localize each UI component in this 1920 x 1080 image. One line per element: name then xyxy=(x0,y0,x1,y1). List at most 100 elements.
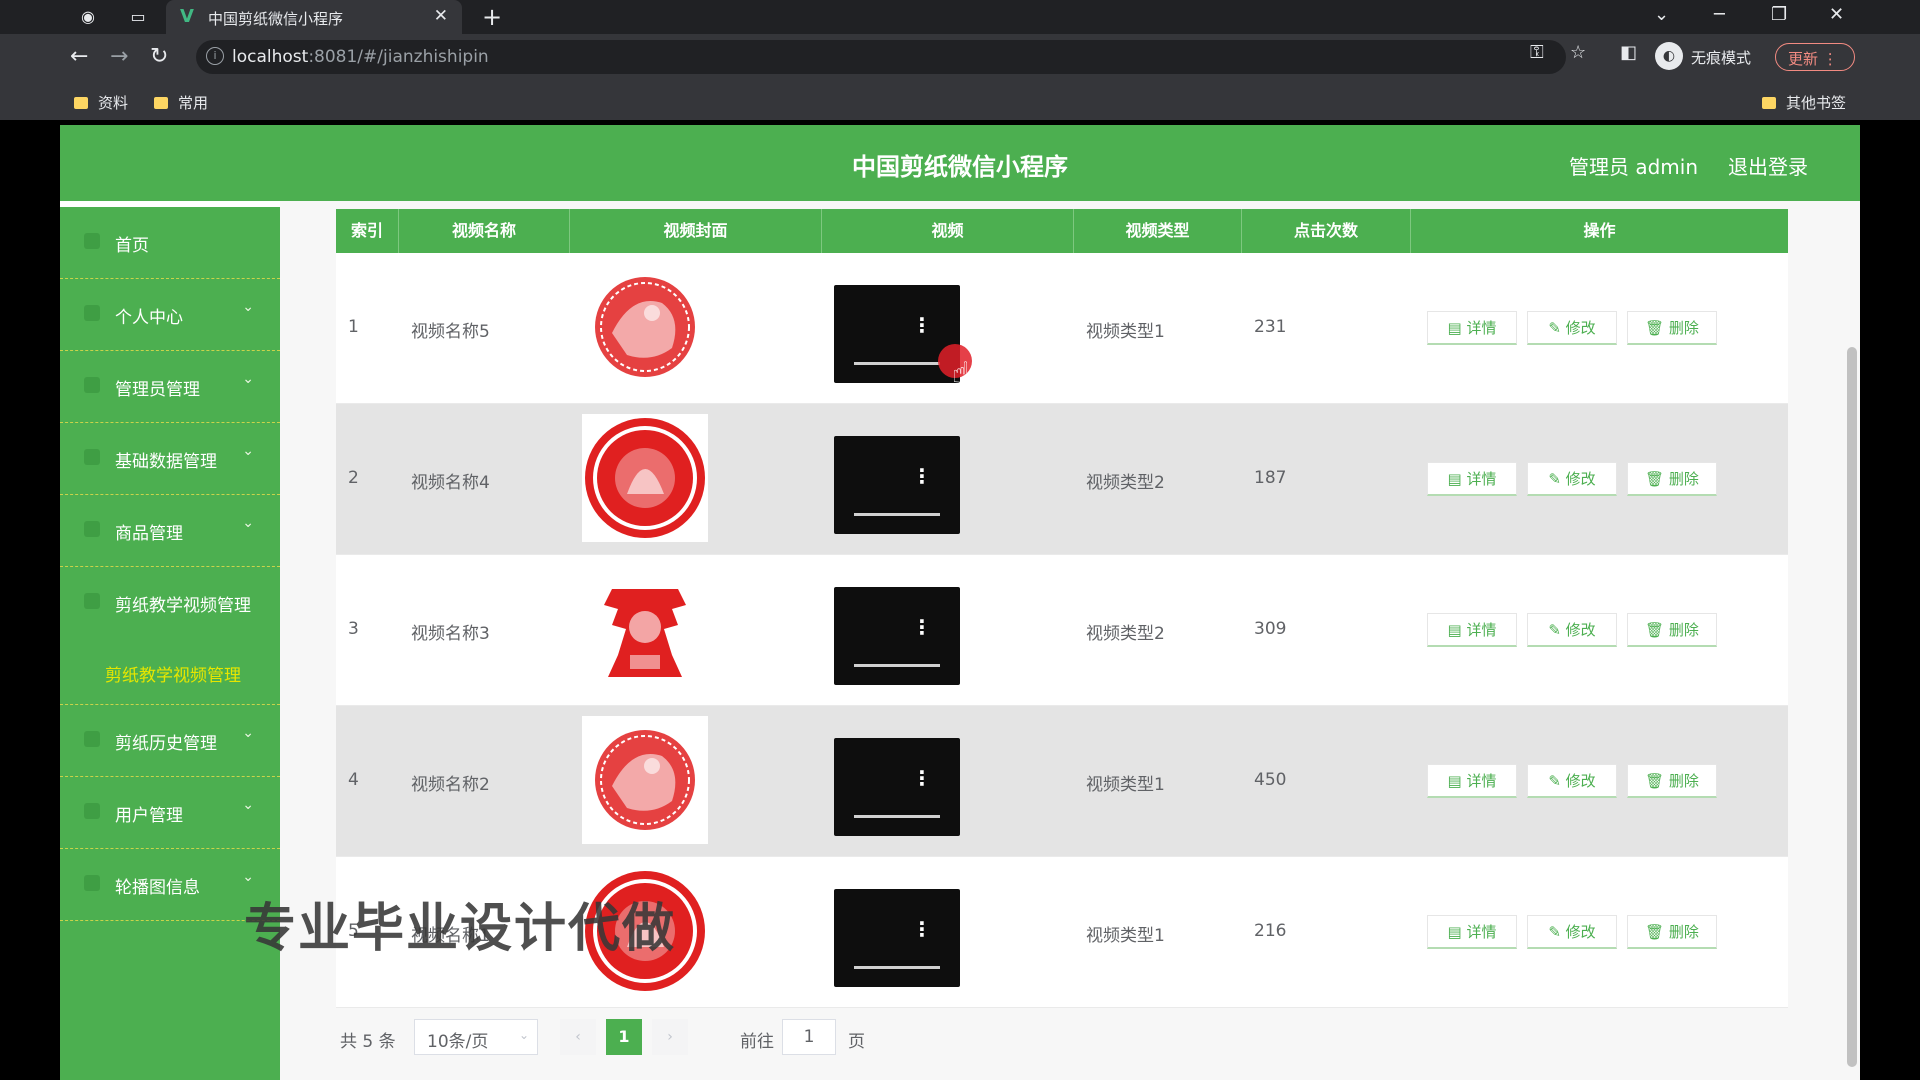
video-progress-bar[interactable] xyxy=(854,966,940,969)
sidebar-item-base-data[interactable]: 基础数据管理 ⌄ xyxy=(60,423,280,495)
forward-icon[interactable]: → xyxy=(110,44,128,69)
user-icon xyxy=(84,305,100,321)
minimize-icon[interactable]: ─ xyxy=(1714,4,1725,25)
column-header[interactable]: 索引 xyxy=(336,209,399,253)
bookmark-label: 资料 xyxy=(98,94,129,112)
click-count: 309 xyxy=(1254,619,1287,639)
video-type: 视频类型2 xyxy=(1086,473,1165,493)
video-player[interactable]: ⋮ xyxy=(834,889,960,987)
cell-clicks: 231 xyxy=(1242,253,1411,404)
incognito-indicator[interactable]: ◐ 无痕模式 xyxy=(1655,42,1775,70)
video-progress-bar[interactable] xyxy=(854,513,940,516)
edit-button[interactable]: ✎ 修改 xyxy=(1527,915,1617,949)
cell-type: 视频类型1 xyxy=(1074,857,1242,1008)
delete-button[interactable]: 🗑 删除 xyxy=(1627,462,1717,496)
sidebar-item-home[interactable]: 首页 xyxy=(60,207,280,279)
more-options-icon[interactable]: ⋮ xyxy=(912,464,932,488)
sidebar-item-video-management[interactable]: 剪纸教学视频管理 xyxy=(60,567,280,639)
tab-close-icon[interactable]: ✕ xyxy=(434,6,448,26)
restore-icon[interactable]: ❐ xyxy=(1771,4,1787,25)
column-header[interactable]: 视频 xyxy=(822,209,1074,253)
reload-icon[interactable]: ↻ xyxy=(150,44,168,69)
folder-icon xyxy=(154,97,168,109)
video-progress-bar[interactable] xyxy=(854,815,940,818)
edit-button[interactable]: ✎ 修改 xyxy=(1527,311,1617,345)
click-count: 216 xyxy=(1254,921,1287,941)
detail-button[interactable]: ▤ 详情 xyxy=(1427,613,1517,647)
column-header[interactable]: 点击次数 xyxy=(1242,209,1411,253)
browser-menu-icon[interactable]: ◉ xyxy=(78,7,98,27)
browser-toolbar: ← → ↻ i localhost:8081/#/jianzhishipin ⚿… xyxy=(0,34,1920,120)
click-count: 187 xyxy=(1254,468,1287,488)
detail-label: 详情 xyxy=(1466,319,1497,337)
page-number-current[interactable]: 1 xyxy=(606,1019,642,1055)
watermark-overlay: 专业毕业设计代做 xyxy=(244,899,677,959)
bookmark-changyong[interactable]: 常用 xyxy=(154,92,208,113)
bookmark-other[interactable]: 其他书签 xyxy=(1762,92,1846,113)
delete-button[interactable]: 🗑 删除 xyxy=(1627,613,1717,647)
update-button[interactable]: 更新 ⋮ xyxy=(1775,43,1855,71)
video-progress-bar[interactable] xyxy=(854,664,940,667)
admin-user-label: 管理员 admin xyxy=(1568,155,1698,179)
back-icon[interactable]: ← xyxy=(70,44,88,69)
sidebar-subitem-video-management[interactable]: 剪纸教学视频管理 xyxy=(60,639,280,705)
edit-button[interactable]: ✎ 修改 xyxy=(1527,462,1617,496)
cell-name: 视频名称3 xyxy=(399,555,570,706)
goods-icon xyxy=(84,521,100,537)
cell-actions: ▤ 详情 ✎ 修改 🗑 删除 xyxy=(1411,706,1788,857)
logout-button[interactable]: 退出登录 xyxy=(1728,151,1808,180)
more-options-icon[interactable]: ⋮ xyxy=(912,313,932,337)
more-options-icon[interactable]: ⋮ xyxy=(912,615,932,639)
more-options-icon[interactable]: ⋮ xyxy=(912,766,932,790)
more-options-icon[interactable]: ⋮ xyxy=(912,917,932,941)
column-header[interactable]: 视频类型 xyxy=(1074,209,1242,253)
sidebar-item-personal-center[interactable]: 个人中心 ⌄ xyxy=(60,279,280,351)
video-cover[interactable] xyxy=(582,263,708,391)
detail-button[interactable]: ▤ 详情 xyxy=(1427,462,1517,496)
video-cover[interactable] xyxy=(582,565,708,693)
sidebar-item-goods[interactable]: 商品管理 ⌄ xyxy=(60,495,280,567)
sidebar-item-admin-management[interactable]: 管理员管理 ⌄ xyxy=(60,351,280,423)
sidebar-item-history[interactable]: 剪纸历史管理 ⌄ xyxy=(60,705,280,777)
sidebar-item-label: 商品管理 xyxy=(115,524,183,544)
column-header[interactable]: 视频封面 xyxy=(570,209,822,253)
prev-page-button[interactable]: ‹ xyxy=(560,1019,596,1055)
click-count: 450 xyxy=(1254,770,1287,790)
cell-index: 4 xyxy=(336,706,399,857)
sidebar-subitem-label: 剪纸教学视频管理 xyxy=(105,666,241,686)
video-player[interactable]: ⋮ xyxy=(834,587,960,685)
site-info-icon[interactable]: i xyxy=(206,47,224,65)
cell-type: 视频类型2 xyxy=(1074,555,1242,706)
tab-search-icon[interactable]: ⌄ xyxy=(1654,4,1669,25)
delete-button[interactable]: 🗑 删除 xyxy=(1627,915,1717,949)
detail-button[interactable]: ▤ 详情 xyxy=(1427,915,1517,949)
video-player[interactable]: ⋮ xyxy=(834,738,960,836)
chevron-down-icon: ⌄ xyxy=(242,443,254,459)
bookmark-ziliao[interactable]: 资料 xyxy=(74,92,128,113)
page-size-select[interactable]: 10条/页 ⌄ xyxy=(414,1019,538,1055)
column-header[interactable]: 视频名称 xyxy=(399,209,570,253)
browser-tab[interactable]: V 中国剪纸微信小程序 ✕ xyxy=(166,0,462,34)
detail-button[interactable]: ▤ 详情 xyxy=(1427,311,1517,345)
video-player[interactable]: ⋮ xyxy=(834,436,960,534)
sidebar-item-users[interactable]: 用户管理 ⌄ xyxy=(60,777,280,849)
folder-icon xyxy=(1762,97,1776,109)
new-tab-icon[interactable]: + xyxy=(482,3,502,31)
edit-button[interactable]: ✎ 修改 xyxy=(1527,613,1617,647)
address-bar[interactable]: i localhost:8081/#/jianzhishipin xyxy=(196,40,1566,74)
side-panel-icon[interactable]: ◧ xyxy=(1620,42,1637,63)
edit-button[interactable]: ✎ 修改 xyxy=(1527,764,1617,798)
delete-button[interactable]: 🗑 删除 xyxy=(1627,311,1717,345)
page-scrollbar[interactable] xyxy=(1847,347,1857,1067)
video-cover[interactable] xyxy=(582,716,708,844)
tab-strip-icon[interactable]: ▭ xyxy=(128,7,148,27)
video-cover[interactable] xyxy=(582,414,708,542)
bookmark-star-icon[interactable]: ☆ xyxy=(1570,42,1586,63)
video-progress-bar[interactable] xyxy=(854,362,940,365)
next-page-button[interactable]: › xyxy=(652,1019,688,1055)
detail-button[interactable]: ▤ 详情 xyxy=(1427,764,1517,798)
delete-button[interactable]: 🗑 删除 xyxy=(1627,764,1717,798)
window-close-icon[interactable]: ✕ xyxy=(1829,4,1844,25)
key-icon[interactable]: ⚿ xyxy=(1530,42,1544,63)
goto-page-input[interactable]: 1 xyxy=(782,1019,836,1055)
